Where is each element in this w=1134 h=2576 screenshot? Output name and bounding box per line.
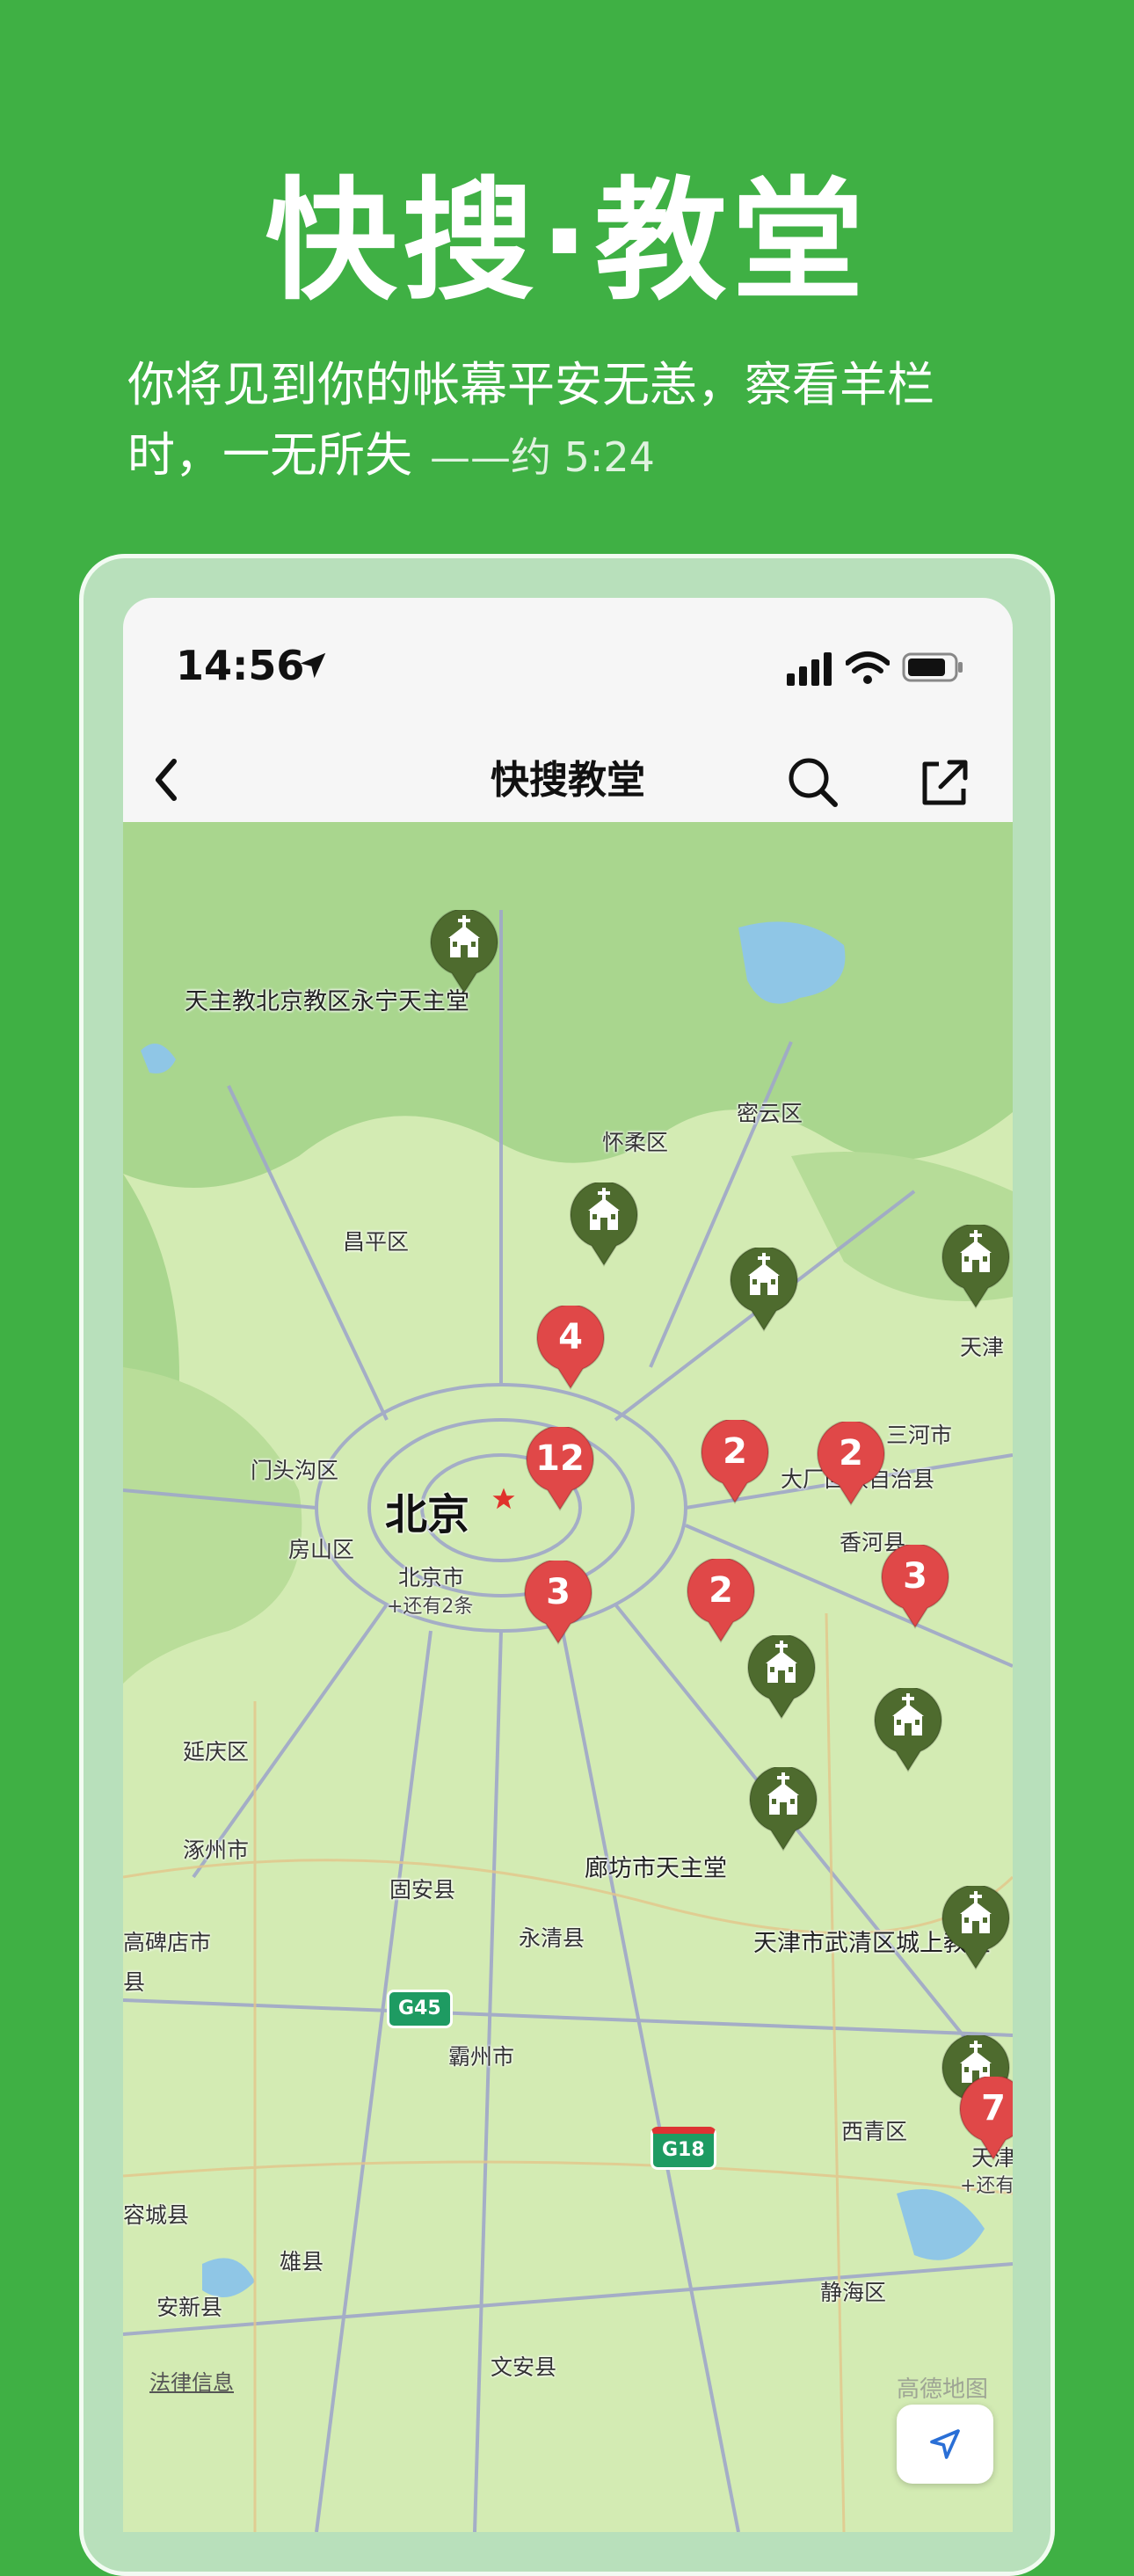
church-pin-langfang[interactable] xyxy=(748,1767,818,1852)
church-pin-shape xyxy=(941,1225,1010,1309)
map-label-beijing: 北京 xyxy=(385,1490,470,1539)
church-pin-shape xyxy=(874,1688,942,1772)
map-label-jinghai: 静海区 xyxy=(820,2280,887,2305)
phone-screen: 14:56 快搜教堂 延庆区 密云区 怀柔区 昌平区 天津 三河市 门头沟区 北… xyxy=(123,598,1013,2532)
cellular-signal-icon xyxy=(787,652,832,686)
page-title: 快搜教堂 xyxy=(491,758,645,803)
capital-star-icon xyxy=(492,1488,515,1510)
map-label-beijing-city: 北京市 xyxy=(398,1565,465,1590)
map-label-yanqing: 延庆区 xyxy=(183,1739,250,1765)
cluster-pin-2a[interactable]: 2 xyxy=(700,1420,770,1504)
poi-label-langfang: 廊坊市天主堂 xyxy=(585,1855,727,1882)
cluster-count: 2 xyxy=(839,1433,863,1474)
map-label-yongqing: 永清县 xyxy=(519,1925,585,1951)
cluster-count: 3 xyxy=(903,1556,927,1597)
church-pin-tongzhou[interactable] xyxy=(746,1635,817,1720)
location-arrow-icon xyxy=(300,652,326,679)
map-label-anxin: 安新县 xyxy=(156,2295,223,2320)
share-icon[interactable] xyxy=(914,752,976,813)
map-label-rongcheng: 容城县 xyxy=(123,2202,190,2228)
locate-button[interactable] xyxy=(897,2405,993,2484)
church-pin-east[interactable] xyxy=(941,1225,1011,1309)
cluster-pin-3b[interactable]: 3 xyxy=(523,1561,593,1645)
highway-shield-g18: G18 xyxy=(651,2127,716,2170)
battery-icon xyxy=(902,652,963,682)
map-watermark: 高德地图 xyxy=(897,2376,989,2403)
church-pin-shunyi[interactable] xyxy=(729,1248,799,1332)
map-view[interactable]: 延庆区 密云区 怀柔区 昌平区 天津 三河市 门头沟区 北京 大厂回族自治县 香… xyxy=(123,822,1013,2532)
map-label-miyun: 密云区 xyxy=(737,1101,803,1126)
map-label-gu-an: 固安县 xyxy=(389,1877,456,1903)
status-time: 14:56 xyxy=(176,642,305,689)
cluster-count: 2 xyxy=(709,1570,733,1611)
cluster-pin-7[interactable]: 7 xyxy=(958,2077,1013,2161)
quote-reference: ——约 5:24 xyxy=(430,433,655,481)
highway-shield-g45: G45 xyxy=(387,1990,453,2028)
bible-quote: 你将见到你的帐幕平安无恙，察看羊栏时，一无所失 ——约 5:24 xyxy=(127,350,1024,492)
navigation-arrow-icon xyxy=(930,2429,960,2459)
cluster-count: 3 xyxy=(546,1572,571,1612)
church-pin-shape xyxy=(941,1886,1010,1970)
poi-label-yongning: 天主教北京教区永宁天主堂 xyxy=(185,988,469,1015)
church-pin-changping[interactable] xyxy=(569,1182,639,1267)
church-pin-shape xyxy=(570,1182,638,1267)
map-label-more-two: +还有2条 xyxy=(387,1596,474,1618)
church-pin-shape xyxy=(430,910,498,994)
map-label-tianjin-edge: 天津 xyxy=(960,1335,1005,1360)
back-icon[interactable] xyxy=(141,749,193,811)
headline: 快搜·教堂 xyxy=(265,165,869,318)
cluster-pin-12[interactable]: 12 xyxy=(525,1427,595,1511)
map-label-xiqing: 西青区 xyxy=(841,2119,908,2144)
map-label-fangshan: 房山区 xyxy=(288,1537,355,1562)
map-label-mentougou: 门头沟区 xyxy=(251,1458,339,1483)
map-label-more-short: +还有 xyxy=(960,2175,1013,2197)
map-label-wenan: 文安县 xyxy=(491,2354,557,2380)
map-label-xian: 县 xyxy=(123,1969,146,1995)
cluster-pin-2c[interactable]: 2 xyxy=(686,1559,756,1643)
cluster-count: 12 xyxy=(535,1438,585,1479)
status-bar: 14:56 xyxy=(123,598,1013,739)
cluster-pin-4[interactable]: 4 xyxy=(535,1306,606,1390)
search-icon[interactable] xyxy=(782,752,844,813)
cluster-pin-2b[interactable]: 2 xyxy=(816,1422,886,1506)
nav-bar: 快搜教堂 xyxy=(123,739,1013,822)
church-pin-shape xyxy=(730,1248,798,1332)
wifi-icon xyxy=(846,651,890,684)
map-label-bazhou: 霸州市 xyxy=(448,2044,515,2070)
cluster-count: 2 xyxy=(723,1431,747,1472)
map-label-zhuozhou: 涿州市 xyxy=(183,1837,250,1863)
map-label-gaobeidian: 高碑店市 xyxy=(123,1930,212,1955)
church-pin-shape xyxy=(749,1767,818,1852)
church-pin-yongning[interactable] xyxy=(429,910,499,994)
church-pin-shape xyxy=(747,1635,816,1720)
legal-info-link[interactable]: 法律信息 xyxy=(149,2365,234,2396)
church-pin-xianghe[interactable] xyxy=(873,1688,943,1772)
map-label-sanhe: 三河市 xyxy=(886,1423,953,1448)
map-label-changping: 昌平区 xyxy=(343,1229,410,1255)
cluster-count: 4 xyxy=(558,1317,583,1357)
map-label-huairou: 怀柔区 xyxy=(602,1130,669,1155)
church-pin-wuqing[interactable] xyxy=(941,1886,1011,1970)
cluster-pin-3a[interactable]: 3 xyxy=(880,1545,950,1629)
map-label-xiongxian: 雄县 xyxy=(280,2249,324,2274)
cluster-count: 7 xyxy=(981,2088,1006,2128)
